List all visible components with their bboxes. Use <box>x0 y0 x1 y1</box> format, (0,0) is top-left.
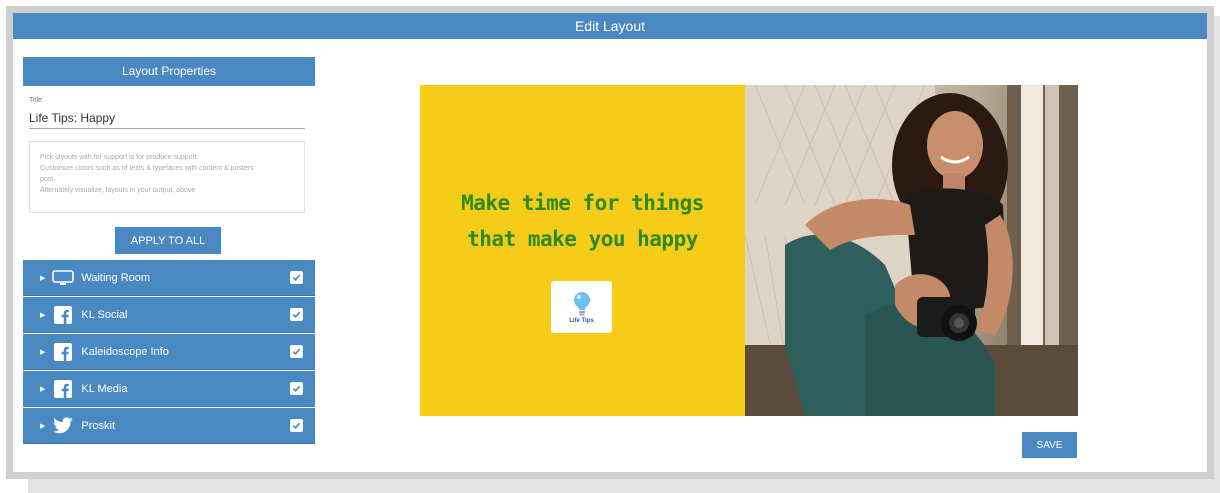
account-checkbox[interactable] <box>290 382 303 395</box>
account-row-kaleidoscope-info[interactable]: ▶ Kaleidoscope Info <box>23 334 315 370</box>
description-line: Customize colors such as of texts & type… <box>40 165 254 172</box>
expand-caret-icon[interactable]: ▶ <box>40 348 45 356</box>
expand-caret-icon[interactable]: ▶ <box>40 274 45 282</box>
account-checkbox[interactable] <box>290 308 303 321</box>
twitter-icon <box>52 417 74 435</box>
facebook-icon <box>52 305 74 324</box>
facebook-icon <box>52 342 74 361</box>
account-label: Proskit <box>81 419 116 432</box>
account-checkbox[interactable] <box>290 271 303 284</box>
preview-headline: Make time for things that make you happy <box>420 185 745 257</box>
preview-photo <box>745 85 1078 416</box>
account-label: KL Media <box>81 382 128 395</box>
description-line: post. <box>40 176 56 183</box>
account-row-kl-social[interactable]: ▶ KL Social <box>23 297 315 333</box>
life-tips-logo: Life Tips <box>551 281 612 333</box>
expand-caret-icon[interactable]: ▶ <box>40 422 45 430</box>
account-row-kl-media[interactable]: ▶ KL Media <box>23 371 315 407</box>
layout-preview: Make time for things that make you happy… <box>420 85 1078 416</box>
tv-icon <box>52 269 75 287</box>
save-button[interactable]: SAVE <box>1022 432 1077 458</box>
woman-with-camera-photo <box>745 85 1078 416</box>
account-label: Waiting Room <box>81 271 151 284</box>
account-label: KL Social <box>81 308 128 321</box>
window-title: Edit Layout <box>13 13 1207 39</box>
facebook-icon <box>52 379 74 398</box>
apply-to-all-button[interactable]: APPLY TO ALL <box>115 227 221 254</box>
headline-line-1: Make time for things <box>461 191 704 215</box>
description-line: Pick layouts with for support is for pro… <box>40 154 199 161</box>
account-list: ▶ Waiting Room ▶ KL Social ▶ Kaleidoscop… <box>23 260 315 445</box>
layout-properties-header: Layout Properties <box>23 57 315 86</box>
description-textarea[interactable]: Pick layouts with for support is for pro… <box>29 141 305 213</box>
headline-line-2: that make you happy <box>467 227 698 251</box>
account-checkbox[interactable] <box>290 345 303 358</box>
expand-caret-icon[interactable]: ▶ <box>40 311 45 319</box>
lightbulb-icon <box>573 291 590 315</box>
edit-layout-window: Edit Layout Layout Properties Title Pick… <box>13 13 1207 472</box>
account-checkbox[interactable] <box>290 419 303 432</box>
expand-caret-icon[interactable]: ▶ <box>40 385 45 393</box>
account-label: Kaleidoscope Info <box>81 345 169 358</box>
account-row-waiting-room[interactable]: ▶ Waiting Room <box>23 260 315 296</box>
title-field[interactable] <box>29 107 305 129</box>
title-field-label: Title <box>29 97 42 104</box>
logo-label: Life Tips <box>569 317 594 324</box>
window-frame: Edit Layout Layout Properties Title Pick… <box>6 6 1214 479</box>
description-line: Alternately visualize, layouts in your o… <box>40 187 196 194</box>
account-row-proskit[interactable]: ▶ Proskit <box>23 408 315 444</box>
preview-text-panel: Make time for things that make you happy… <box>420 85 745 416</box>
